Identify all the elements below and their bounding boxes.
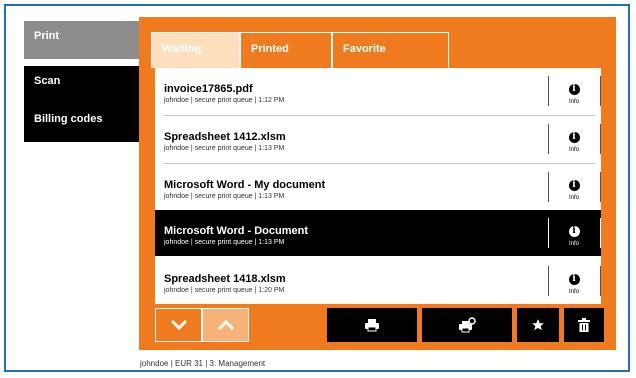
divider bbox=[548, 124, 549, 154]
job-subtitle: johndoe | secure print queue | 1:12 PM bbox=[164, 97, 285, 104]
job-row[interactable]: Microsoft Word - My document johndoe | s… bbox=[155, 164, 601, 210]
info-button[interactable]: i Info bbox=[556, 268, 592, 298]
job-title: Microsoft Word - My document bbox=[164, 179, 326, 191]
star-icon bbox=[532, 319, 544, 331]
tab-label: Printed bbox=[251, 43, 289, 55]
favorite-button[interactable] bbox=[517, 308, 559, 342]
info-button[interactable]: i Info bbox=[556, 78, 592, 108]
info-icon: i bbox=[568, 226, 580, 237]
sidebar-item-print[interactable]: Print bbox=[24, 21, 139, 59]
sidebar-item-billing-codes[interactable]: Billing codes bbox=[24, 104, 139, 142]
trash-icon bbox=[578, 318, 590, 332]
tab-label: Favorite bbox=[343, 43, 386, 55]
info-label: Info bbox=[568, 147, 579, 153]
divider bbox=[600, 172, 601, 202]
sidebar-item-label: Print bbox=[34, 30, 60, 42]
job-subtitle: johndoe | secure print queue | 1:13 PM bbox=[164, 239, 285, 246]
status-footer: johndoe | EUR 31 | 3: Management bbox=[140, 359, 266, 368]
tab-waiting[interactable]: Waiting bbox=[151, 32, 240, 68]
print-and-keep-icon bbox=[459, 317, 476, 333]
job-list: invoice17865.pdf johndoe | secure print … bbox=[155, 68, 601, 304]
print-and-keep-button[interactable] bbox=[422, 308, 512, 342]
job-row-selected[interactable]: Microsoft Word - Document johndoe | secu… bbox=[155, 210, 601, 256]
divider bbox=[600, 218, 601, 248]
info-button[interactable]: i Info bbox=[556, 174, 592, 204]
print-queue-panel: Waiting Printed Favorite invoice17865.pd… bbox=[139, 17, 616, 350]
info-icon: i bbox=[568, 132, 580, 143]
divider bbox=[600, 266, 601, 296]
job-subtitle: johndoe | secure print queue | 1:20 PM bbox=[164, 287, 285, 294]
job-title: Spreadsheet 1412.xlsm bbox=[164, 131, 286, 143]
divider bbox=[548, 218, 549, 248]
info-label: Info bbox=[568, 99, 579, 105]
print-button[interactable] bbox=[327, 308, 417, 342]
divider bbox=[548, 266, 549, 296]
sidebar-item-label: Billing codes bbox=[34, 113, 103, 125]
sidebar-item-label: Scan bbox=[34, 75, 61, 87]
info-label: Info bbox=[568, 289, 579, 295]
info-icon: i bbox=[568, 180, 580, 191]
job-title: Microsoft Word - Document bbox=[164, 225, 309, 237]
info-icon: i bbox=[568, 274, 580, 285]
sidebar-item-scan[interactable]: Scan bbox=[24, 66, 139, 104]
info-label: Info bbox=[568, 195, 579, 201]
tab-printed[interactable]: Printed bbox=[240, 32, 332, 68]
job-title: Spreadsheet 1418.xlsm bbox=[164, 273, 286, 285]
tab-label: Waiting bbox=[162, 43, 202, 55]
divider bbox=[600, 76, 601, 106]
job-row[interactable]: invoice17865.pdf johndoe | secure print … bbox=[155, 68, 601, 114]
chevron-down-icon bbox=[170, 319, 187, 331]
delete-button[interactable] bbox=[564, 308, 604, 342]
info-button[interactable]: i Info bbox=[556, 126, 592, 156]
chevron-up-icon bbox=[217, 319, 234, 331]
scroll-up-button[interactable] bbox=[202, 308, 249, 342]
job-row[interactable]: Spreadsheet 1418.xlsm johndoe | secure p… bbox=[155, 258, 601, 304]
divider bbox=[548, 172, 549, 202]
job-subtitle: johndoe | secure print queue | 1:13 PM bbox=[164, 145, 285, 152]
divider bbox=[548, 76, 549, 106]
tab-favorite[interactable]: Favorite bbox=[332, 32, 449, 68]
info-button[interactable]: i Info bbox=[556, 220, 592, 250]
divider bbox=[600, 124, 601, 154]
printer-icon bbox=[365, 319, 379, 332]
job-subtitle: johndoe | secure print queue | 1:13 PM bbox=[164, 193, 285, 200]
job-title: invoice17865.pdf bbox=[164, 83, 253, 95]
info-label: Info bbox=[568, 241, 579, 247]
scroll-down-button[interactable] bbox=[155, 308, 202, 342]
job-row[interactable]: Spreadsheet 1412.xlsm johndoe | secure p… bbox=[155, 116, 601, 162]
info-icon: i bbox=[568, 84, 580, 95]
